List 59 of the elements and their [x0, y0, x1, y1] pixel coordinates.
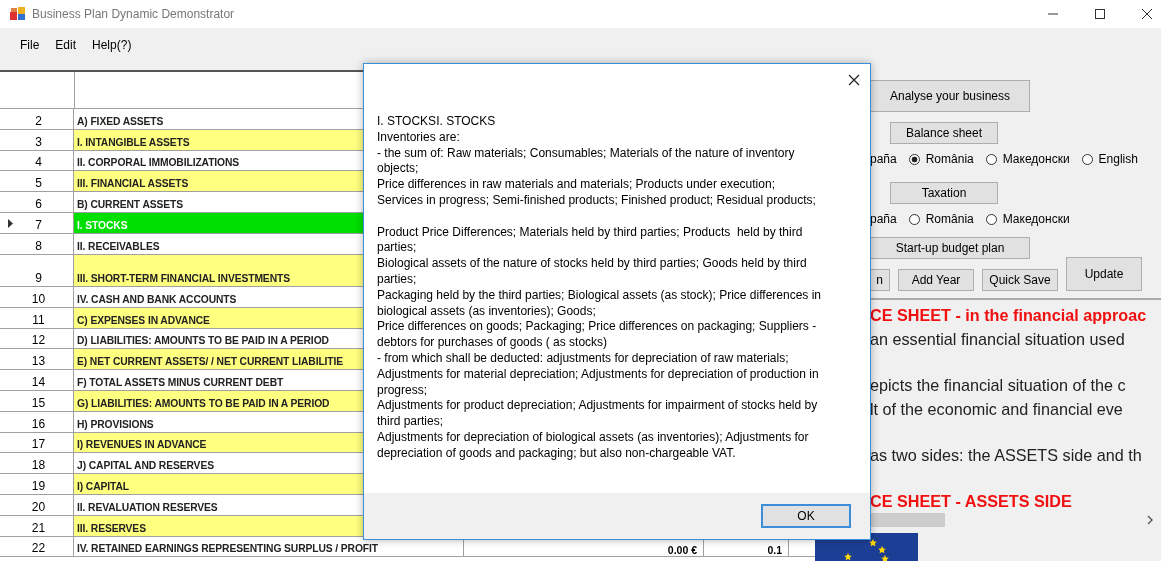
radio-label[interactable]: România: [925, 212, 974, 226]
action-button[interactable]: Quick Save: [982, 269, 1058, 291]
window-title: Business Plan Dynamic Demonstrator: [32, 7, 235, 21]
section-heading: CE SHEET - ASSETS SIDE: [870, 491, 1073, 512]
row-number: 16: [30, 416, 46, 431]
radio-button[interactable]: [908, 213, 920, 225]
section-heading: CE SHEET - in the financial approac: [870, 305, 1148, 326]
radio-label[interactable]: România: [925, 152, 974, 166]
close-icon[interactable]: [848, 74, 860, 86]
row-number: 8: [34, 238, 42, 253]
document-text: lt of the economic and financial eve: [870, 399, 1124, 420]
row-number: 5: [34, 176, 42, 191]
analyse-button[interactable]: Analyse your business: [870, 80, 1030, 112]
radio-button[interactable]: [1081, 153, 1093, 165]
row-number: 2: [34, 113, 42, 128]
table-cell: 0.1: [767, 544, 782, 557]
row-number: 11: [31, 312, 45, 327]
row-number: 3: [34, 134, 42, 149]
radio-label[interactable]: Македонски: [1002, 152, 1070, 166]
row-number: 14: [30, 375, 46, 390]
radio-button[interactable]: [985, 213, 997, 225]
balance-sheet-button[interactable]: Balance sheet: [890, 122, 998, 144]
radio-label[interactable]: paña: [870, 152, 897, 166]
menu-item[interactable]: Help(?): [84, 38, 140, 52]
row-number: 9: [34, 271, 42, 286]
document-text: as two sides: the ASSETS side and th: [870, 445, 1143, 466]
radio-label[interactable]: English: [1098, 152, 1138, 166]
radio-label[interactable]: paña: [870, 212, 897, 226]
row-number: 13: [30, 354, 46, 369]
row-number: 20: [30, 499, 46, 514]
radio-button[interactable]: [985, 153, 997, 165]
startup-budget-button[interactable]: Start-up budget plan: [870, 237, 1030, 259]
action-button[interactable]: n: [870, 269, 890, 291]
taxation-button[interactable]: Taxation: [890, 182, 998, 204]
app-icon: [10, 7, 26, 21]
radio-label[interactable]: Македонски: [1002, 212, 1070, 226]
row-number: 21: [30, 520, 46, 535]
row-number: 17: [30, 437, 46, 452]
document-text: epicts the financial situation of the c: [870, 375, 1127, 396]
scroll-right-icon[interactable]: [1147, 515, 1153, 525]
row-number: 12: [30, 333, 46, 348]
menu-item[interactable]: File: [12, 38, 48, 52]
menu-item[interactable]: Edit: [47, 38, 85, 52]
row-number: 18: [30, 458, 46, 473]
maximize-icon[interactable]: [1094, 8, 1106, 20]
row-number: 15: [30, 395, 46, 410]
ok-button[interactable]: OK: [761, 504, 851, 528]
close-icon[interactable]: [1141, 8, 1153, 20]
update-button[interactable]: Update: [1066, 257, 1142, 291]
table-cell: 0.00 €: [667, 544, 697, 557]
action-button[interactable]: Add Year: [898, 269, 974, 291]
row-number: 10: [30, 291, 46, 306]
row-number: 4: [34, 155, 42, 170]
row-number: 7: [34, 217, 42, 232]
document-text: an essential financial situation used: [870, 329, 1126, 350]
row-number: 6: [34, 197, 42, 211]
row-number: 19: [30, 479, 46, 494]
radio-button[interactable]: [908, 153, 920, 165]
row-number: 22: [30, 541, 46, 556]
